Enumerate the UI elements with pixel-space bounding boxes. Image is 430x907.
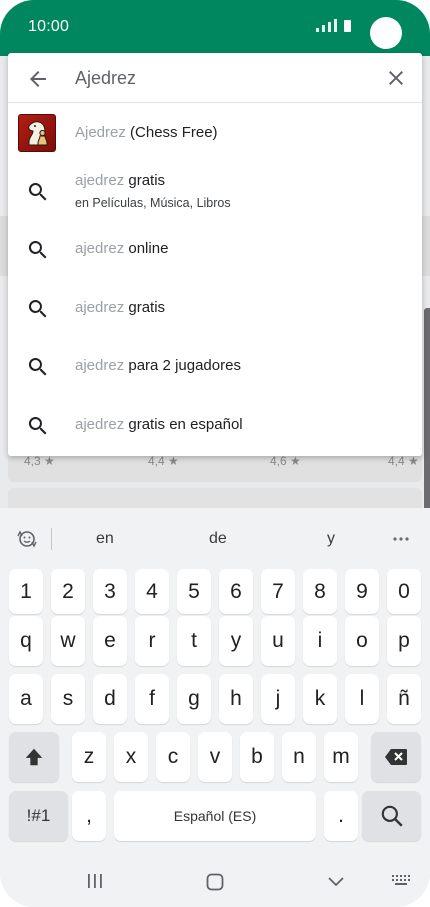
key-g[interactable]: g	[177, 674, 211, 724]
key-f[interactable]: f	[135, 674, 169, 724]
key-4[interactable]: 4	[135, 569, 169, 614]
suggestion-item[interactable]: ajedrez online	[8, 221, 422, 279]
key-enye[interactable]: ñ	[387, 674, 421, 724]
search-icon	[28, 300, 47, 318]
key-y[interactable]: y	[219, 616, 253, 666]
suggestion-item[interactable]: ajedrez gratis en español	[8, 397, 422, 455]
battery-icon	[344, 20, 351, 32]
key-q[interactable]: q	[9, 616, 43, 666]
rating-label: 4,6 ★	[270, 454, 301, 468]
prediction-item[interactable]: en	[96, 530, 114, 548]
keyboard: en de y 1 2 3 4 5 6 7 8 9 0 q w e r t y …	[0, 508, 430, 907]
key-t[interactable]: t	[177, 616, 211, 666]
key-a[interactable]: a	[9, 674, 43, 724]
rating-label: 4,4 ★	[148, 454, 179, 468]
key-b[interactable]: b	[240, 732, 274, 782]
suggestion-text: ajedrez gratis	[75, 299, 166, 316]
camera-cutout	[370, 17, 402, 49]
key-j[interactable]: j	[261, 674, 295, 724]
home-icon[interactable]	[205, 872, 225, 892]
key-9[interactable]: 9	[345, 569, 379, 614]
close-icon[interactable]	[384, 66, 408, 90]
key-3[interactable]: 3	[93, 569, 127, 614]
suggestion-text: ajedrez para 2 jugadores	[75, 357, 241, 374]
search-input[interactable]: Ajedrez	[75, 68, 136, 89]
navigation-bar	[0, 858, 430, 907]
key-7[interactable]: 7	[261, 569, 295, 614]
key-d[interactable]: d	[93, 674, 127, 724]
backspace-icon	[385, 749, 407, 765]
search-icon	[28, 241, 47, 259]
key-2[interactable]: 2	[51, 569, 85, 614]
key-z[interactable]: z	[72, 732, 106, 782]
keyboard-icon[interactable]	[391, 872, 413, 890]
background-scroll-strip	[424, 308, 430, 518]
search-suggestions-panel: Ajedrez Ajedrez (Chess Free) ajedrez gra…	[8, 53, 422, 456]
key-h[interactable]: h	[219, 674, 253, 724]
key-5[interactable]: 5	[177, 569, 211, 614]
status-bar: 10:00	[0, 0, 430, 56]
key-m[interactable]: m	[324, 732, 358, 782]
rating-label: 4,4 ★	[388, 454, 419, 468]
key-e[interactable]: e	[93, 616, 127, 666]
suggestion-item[interactable]: ajedrez gratis en Películas, Música, Lib…	[8, 163, 422, 221]
key-n[interactable]: n	[282, 732, 316, 782]
signal-icon	[316, 19, 351, 32]
shift-icon	[25, 748, 43, 766]
backspace-key[interactable]	[371, 732, 421, 782]
key-6[interactable]: 6	[219, 569, 253, 614]
key-s[interactable]: s	[51, 674, 85, 724]
key-p[interactable]: p	[387, 616, 421, 666]
toolbar-divider	[51, 528, 52, 550]
key-1[interactable]: 1	[9, 569, 43, 614]
suggestion-item[interactable]: ajedrez para 2 jugadores	[8, 338, 422, 396]
chevron-down-icon[interactable]	[326, 872, 346, 892]
period-key[interactable]: .	[324, 791, 358, 841]
suggestion-subtitle: en Películas, Música, Libros	[75, 196, 231, 210]
suggestion-item[interactable]: ajedrez gratis	[8, 280, 422, 338]
search-icon	[28, 358, 47, 376]
key-i[interactable]: i	[303, 616, 337, 666]
suggestion-text: Ajedrez (Chess Free)	[75, 124, 218, 141]
keyboard-toolbar: en de y	[0, 508, 430, 568]
search-icon	[28, 417, 47, 435]
rating-label: 4,3 ★	[24, 454, 55, 468]
symbols-key[interactable]: !#1	[9, 791, 68, 841]
suggestion-text: ajedrez gratis en español	[75, 416, 243, 433]
search-icon	[381, 805, 403, 827]
key-o[interactable]: o	[345, 616, 379, 666]
prediction-item[interactable]: de	[209, 530, 227, 548]
phone-screen: 10:00 4,3 ★ 4,4 ★ 4,6 ★ 4,4 ★ Ajedrez Aj…	[0, 0, 430, 907]
emoji-refresh-icon[interactable]	[15, 527, 39, 551]
comma-key[interactable]: ,	[72, 791, 106, 841]
key-l[interactable]: l	[345, 674, 379, 724]
status-time: 10:00	[28, 18, 70, 35]
shift-key[interactable]	[9, 732, 59, 782]
chess-app-icon	[18, 114, 56, 152]
key-8[interactable]: 8	[303, 569, 337, 614]
key-k[interactable]: k	[303, 674, 337, 724]
key-v[interactable]: v	[198, 732, 232, 782]
search-key[interactable]	[362, 791, 421, 841]
suggestion-text: ajedrez gratis	[75, 172, 166, 189]
space-key[interactable]: Español (ES)	[114, 791, 316, 841]
more-options-icon[interactable]	[392, 536, 410, 542]
key-w[interactable]: w	[51, 616, 85, 666]
key-c[interactable]: c	[156, 732, 190, 782]
arrow-back-icon[interactable]	[26, 67, 50, 91]
suggestion-text: ajedrez online	[75, 240, 169, 257]
search-bar: Ajedrez	[8, 53, 422, 103]
key-0[interactable]: 0	[387, 569, 421, 614]
key-u[interactable]: u	[261, 616, 295, 666]
key-r[interactable]: r	[135, 616, 169, 666]
suggestion-app-item[interactable]: Ajedrez (Chess Free)	[8, 105, 422, 163]
search-icon	[28, 183, 47, 201]
recent-apps-icon[interactable]	[86, 872, 104, 890]
prediction-item[interactable]: y	[327, 530, 335, 548]
key-x[interactable]: x	[114, 732, 148, 782]
